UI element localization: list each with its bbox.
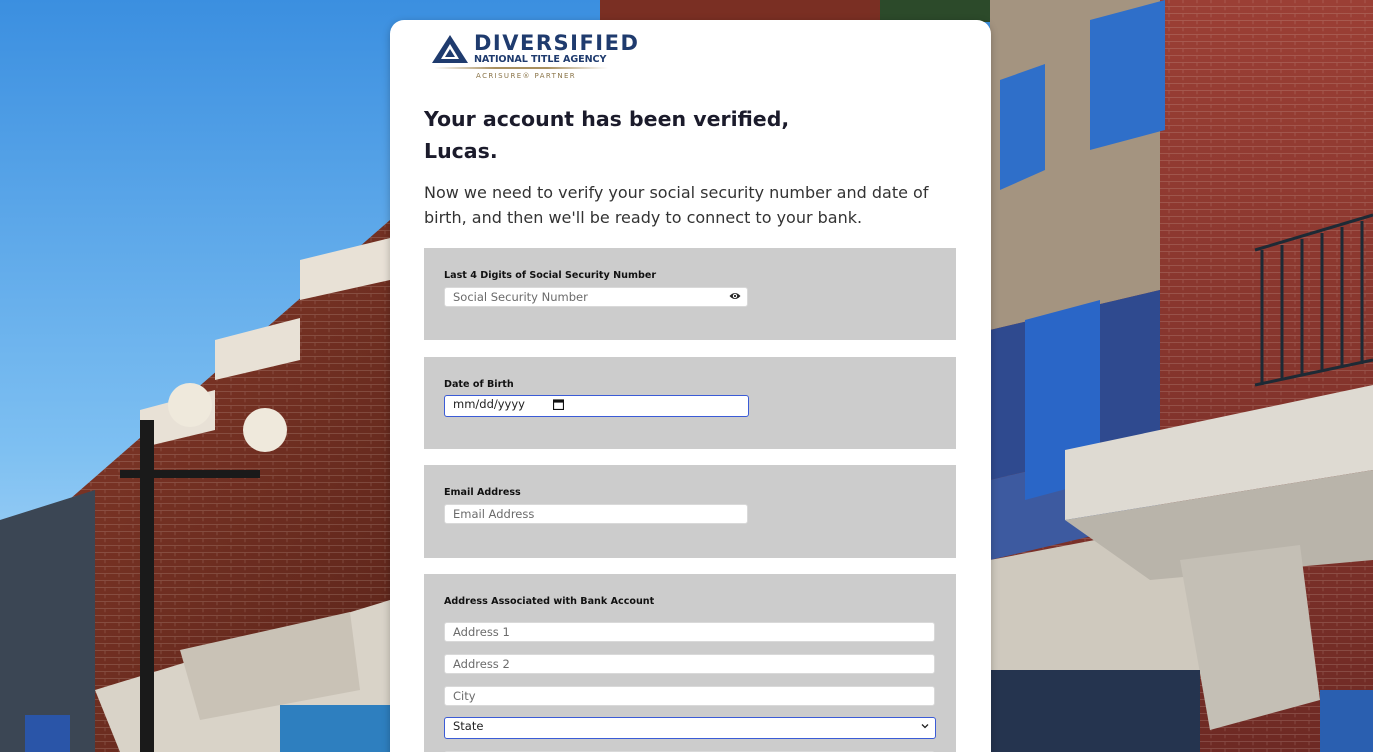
address2-placeholder: Address 2 [453,657,510,671]
dob-label: Date of Birth [444,379,514,390]
email-placeholder: Email Address [453,507,535,521]
ssn-section: Last 4 Digits of Social Security Number … [424,248,956,340]
chevron-down-icon [921,724,929,729]
address-label: Address Associated with Bank Account [444,596,655,607]
email-label: Email Address [444,487,521,498]
state-select[interactable]: State [444,717,936,739]
dob-section: Date of Birth mm/dd/yyyy [424,357,956,449]
dob-placeholder: mm/dd/yyyy [453,397,525,411]
city-placeholder: City [453,689,476,703]
brand-subtitle: NATIONAL TITLE AGENCY [474,54,607,65]
verification-card: DIVERSIFIED NATIONAL TITLE AGENCY ACRISU… [390,20,991,752]
brand-divider [434,67,608,69]
email-input[interactable]: Email Address [444,504,748,524]
brand-name: DIVERSIFIED [474,31,640,55]
address1-placeholder: Address 1 [453,625,510,639]
page-title-line2: Lucas. [424,139,498,163]
company-logo: DIVERSIFIED NATIONAL TITLE AGENCY ACRISU… [430,29,638,89]
city-input[interactable]: City [444,686,935,706]
ssn-input[interactable]: Social Security Number [444,287,748,307]
ssn-label: Last 4 Digits of Social Security Number [444,270,657,281]
brand-tagline: ACRISURE® PARTNER [476,72,577,80]
eye-icon[interactable] [729,291,741,301]
email-section: Email Address Email Address [424,465,956,558]
page-title: Your account has been verified, Lucas. [424,103,944,167]
address-section: Address Associated with Bank Account Add… [424,574,956,752]
address1-input[interactable]: Address 1 [444,622,935,642]
page-title-line1: Your account has been verified, [424,107,790,131]
address2-input[interactable]: Address 2 [444,654,935,674]
logo-triangle-icon [432,35,468,63]
calendar-icon[interactable] [553,399,564,410]
state-selected-value: State [453,719,484,733]
dob-input[interactable]: mm/dd/yyyy [444,395,749,417]
ssn-placeholder: Social Security Number [453,290,588,304]
intro-text: Now we need to verify your social securi… [424,183,929,227]
